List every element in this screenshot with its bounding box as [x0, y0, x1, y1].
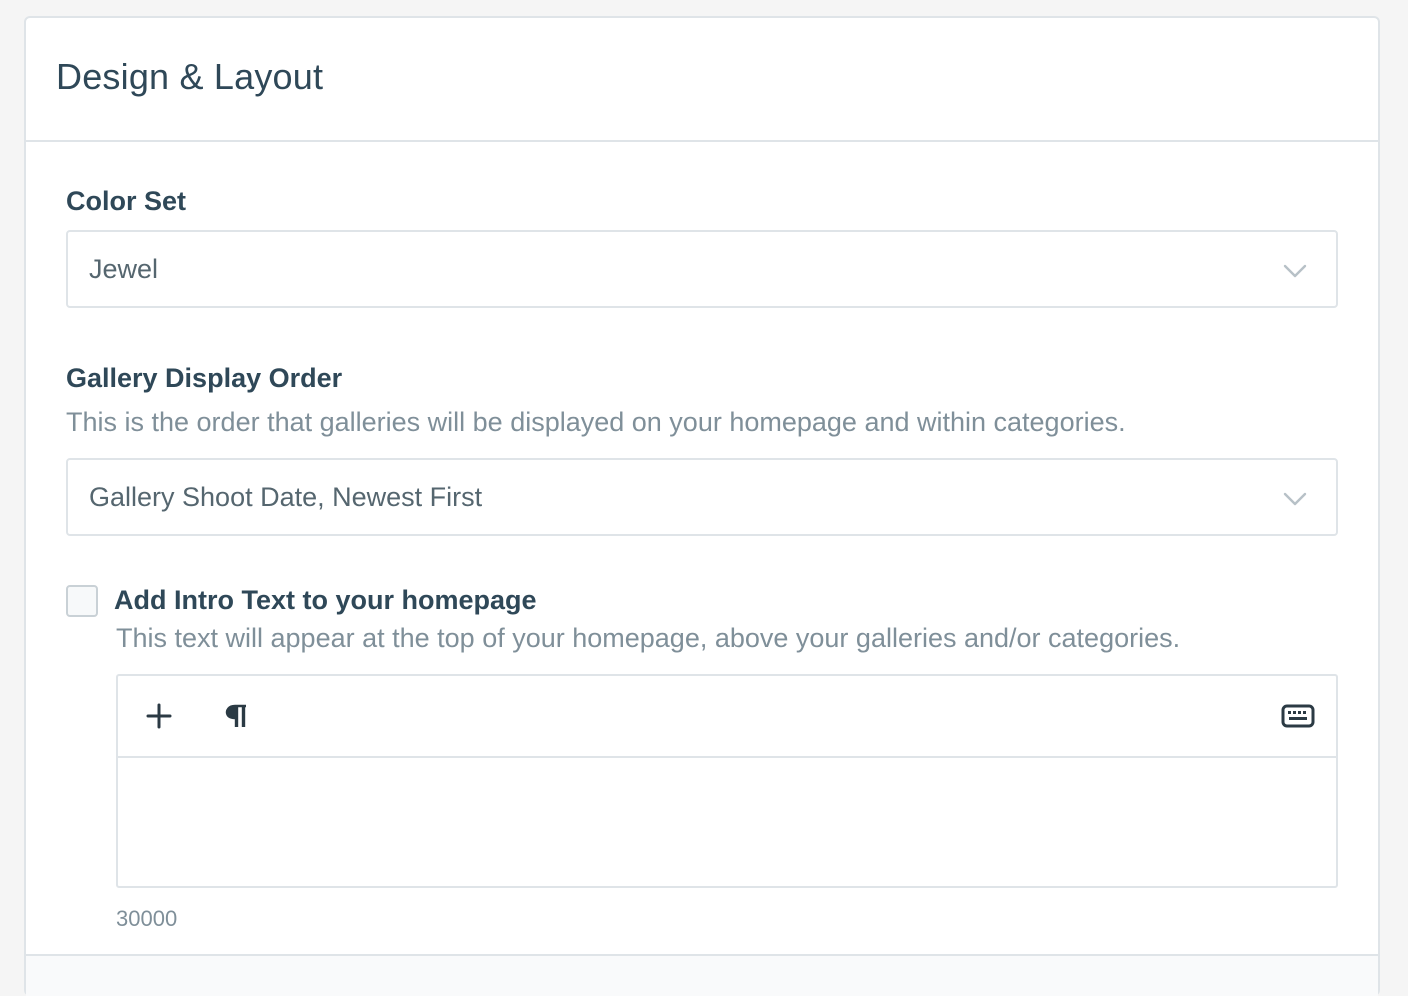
chevron-down-icon: [1283, 492, 1307, 506]
color-set-select[interactable]: Jewel: [66, 230, 1338, 308]
gallery-order-value: Gallery Shoot Date, Newest First: [89, 481, 483, 512]
editor-content-area[interactable]: [118, 758, 1336, 886]
pilcrow-icon[interactable]: [219, 698, 255, 734]
char-count: 30000: [116, 906, 178, 931]
editor-toolbar: [118, 676, 1336, 758]
color-set-value: Jewel: [89, 253, 159, 284]
design-layout-panel: Design & Layout Color Set Jewel Gallery …: [24, 16, 1380, 996]
intro-text-help: This text will appear at the top of your…: [116, 623, 1181, 653]
intro-text-checkbox[interactable]: [66, 585, 98, 617]
chevron-down-icon: [1283, 264, 1307, 278]
intro-text-label[interactable]: Add Intro Text to your homepage: [114, 585, 537, 616]
panel-footer-divider: [26, 954, 1378, 996]
intro-text-editor: [116, 674, 1338, 888]
keyboard-icon[interactable]: [1278, 698, 1318, 734]
gallery-order-select[interactable]: Gallery Shoot Date, Newest First: [66, 458, 1338, 536]
panel-title: Design & Layout: [56, 56, 324, 97]
gallery-order-help: This is the order that galleries will be…: [66, 407, 1126, 437]
panel-header: Design & Layout: [26, 18, 1378, 142]
plus-icon[interactable]: [141, 698, 177, 734]
gallery-order-label: Gallery Display Order: [66, 363, 343, 393]
color-set-label: Color Set: [66, 186, 187, 216]
